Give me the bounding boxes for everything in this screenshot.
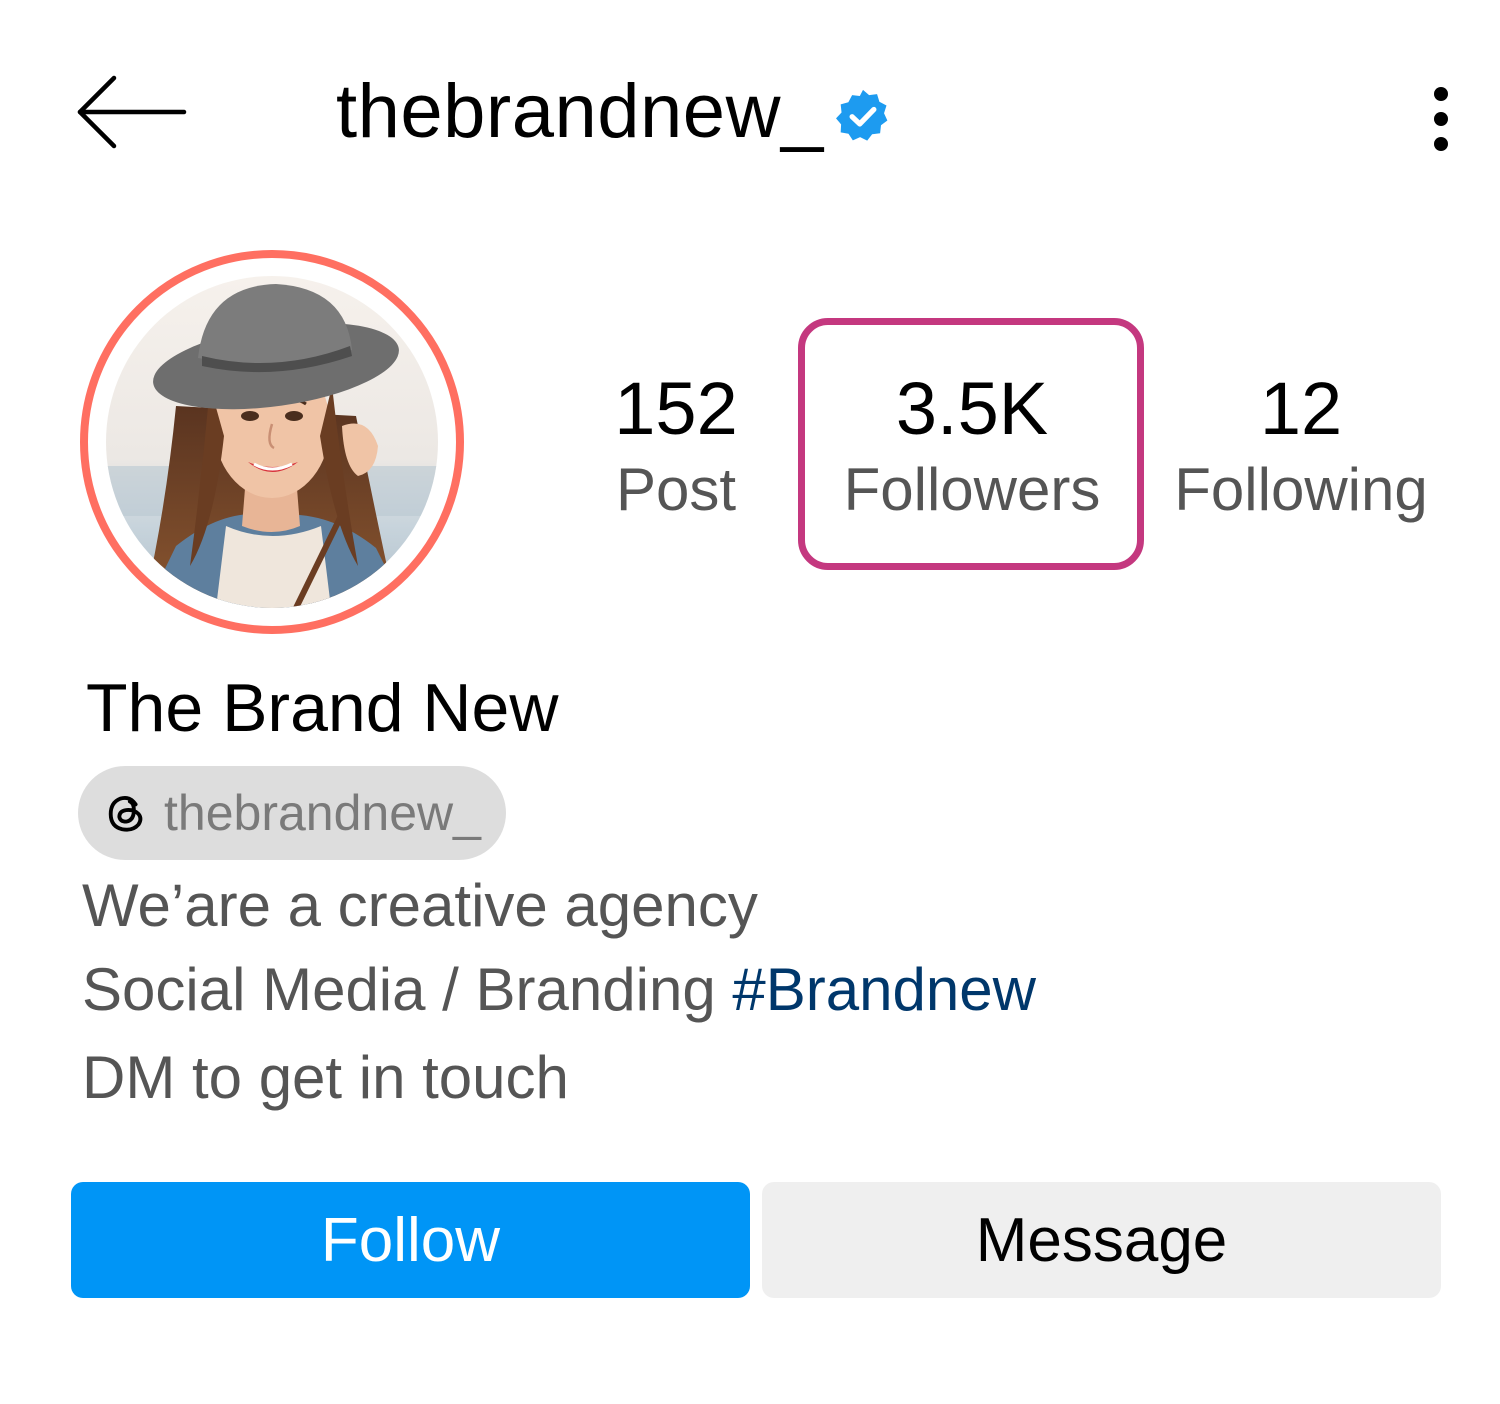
avatar-story-ring[interactable] [80,250,464,634]
bio-line-1: We’are a creative agency [82,872,758,939]
bio-line-2-text: Social Media / Branding [82,956,733,1023]
followers-label: Followers [843,456,1101,523]
following-stat[interactable]: 12 Following [1162,372,1440,520]
arrow-left-icon [77,75,187,149]
follow-button[interactable]: Follow [71,1182,750,1298]
avatar [106,276,438,608]
message-button[interactable]: Message [762,1182,1441,1298]
followers-stat[interactable]: 3.5K Followers [816,372,1128,520]
username: thebrandnew_ [336,69,824,154]
profile-photo [106,276,438,608]
threads-link-chip[interactable]: thebrandnew_ [78,766,506,860]
following-count: 12 [1259,367,1343,450]
threads-handle: thebrandnew_ [164,785,481,841]
posts-count: 152 [614,367,738,450]
hashtag-link[interactable]: #Brandnew [732,956,1036,1023]
more-vertical-icon [1434,87,1448,151]
display-name: The Brand New [86,670,559,746]
followers-count: 3.5K [895,367,1049,450]
bio-line-3: DM to get in touch [82,1044,569,1111]
bio-line-2: Social Media / Branding #Brandnew [82,960,1036,1020]
following-label: Following [1174,456,1428,523]
posts-stat[interactable]: 152 Post [592,372,760,520]
threads-icon [108,795,143,832]
verified-badge-icon [835,89,888,141]
more-options-button[interactable] [1416,78,1466,158]
posts-label: Post [615,456,737,523]
header-title: thebrandnew_ [336,62,892,162]
back-button[interactable] [72,70,192,154]
